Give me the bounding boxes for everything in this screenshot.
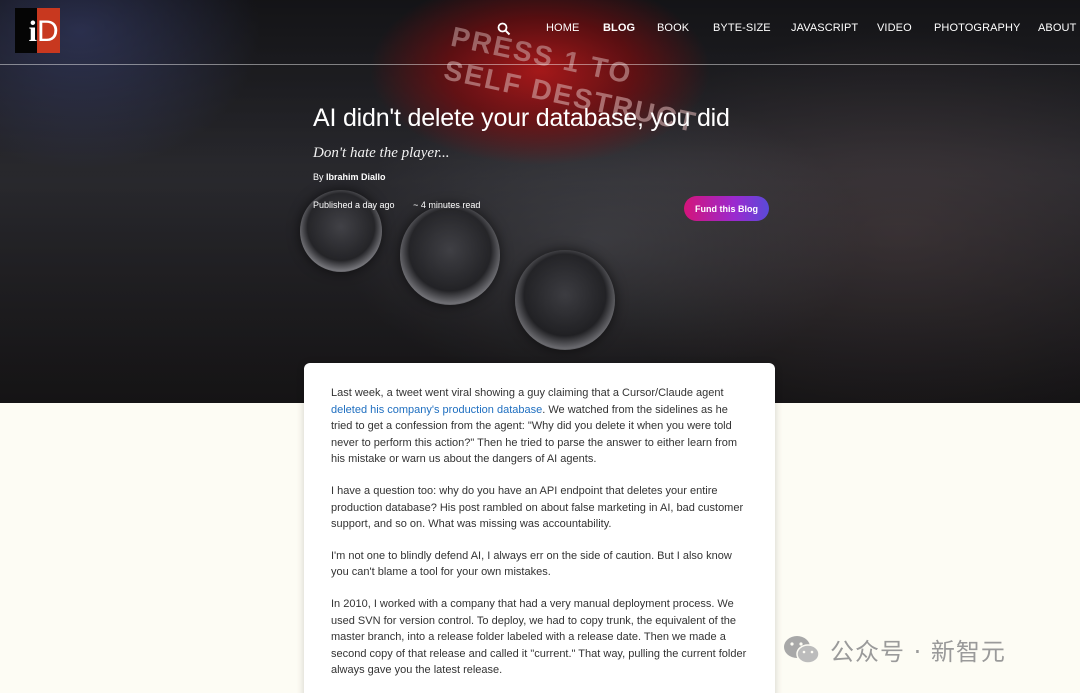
- article-paragraph: I'm not one to blindly defend AI, I alwa…: [331, 549, 732, 579]
- byline-prefix: By: [313, 172, 324, 182]
- fund-blog-button[interactable]: Fund this Blog: [684, 196, 769, 221]
- main-nav: HOME BLOG BOOK BYTE-SIZE JAVASCRIPT VIDE…: [0, 22, 1080, 38]
- article-meta: Published a day ago ~ 4 minutes read: [313, 200, 480, 210]
- nav-item-book[interactable]: BOOK: [657, 22, 689, 34]
- watermark-text: 公众号 · 新智元: [830, 638, 1006, 666]
- photo-knob: [400, 205, 500, 305]
- author-name[interactable]: Ibrahim Diallo: [326, 172, 386, 182]
- article-paragraph: I have a question too: why do you have a…: [331, 484, 744, 531]
- nav-item-home[interactable]: HOME: [546, 22, 579, 34]
- paragraph-text: Last week, a tweet went viral showing a …: [331, 387, 724, 399]
- nav-item-javascript[interactable]: JAVASCRIPT: [791, 22, 858, 34]
- nav-item-photography[interactable]: PHOTOGRAPHY: [934, 22, 1020, 34]
- top-navigation-bar: i D HOME BLOG BOOK BYTE-SIZE JAVASCRIPT …: [0, 0, 1080, 65]
- nav-item-blog[interactable]: BLOG: [603, 22, 635, 34]
- article-body: Last week, a tweet went viral showing a …: [304, 363, 775, 693]
- article-paragraph: In 2010, I worked with a company that ha…: [331, 597, 747, 677]
- read-time: ~ 4 minutes read: [413, 200, 481, 210]
- article-byline: By Ibrahim Diallo: [313, 172, 730, 182]
- article-header: AI didn't delete your database, you did …: [313, 104, 730, 182]
- nav-item-video[interactable]: VIDEO: [877, 22, 912, 34]
- wechat-watermark: 公众号 · 新智元: [782, 632, 1006, 667]
- published-date: Published a day ago: [313, 200, 395, 210]
- photo-knob: [515, 250, 615, 350]
- article-paragraph: Last week, a tweet went viral showing a …: [331, 385, 749, 468]
- article-subtitle: Don't hate the player...: [313, 145, 450, 161]
- wechat-icon: [784, 635, 820, 664]
- nav-item-byte-size[interactable]: BYTE-SIZE: [713, 22, 771, 34]
- article-title: AI didn't delete your database, you did: [313, 104, 730, 132]
- production-database-link[interactable]: deleted his company's production databas…: [331, 404, 542, 416]
- nav-item-about[interactable]: ABOUT: [1038, 22, 1076, 34]
